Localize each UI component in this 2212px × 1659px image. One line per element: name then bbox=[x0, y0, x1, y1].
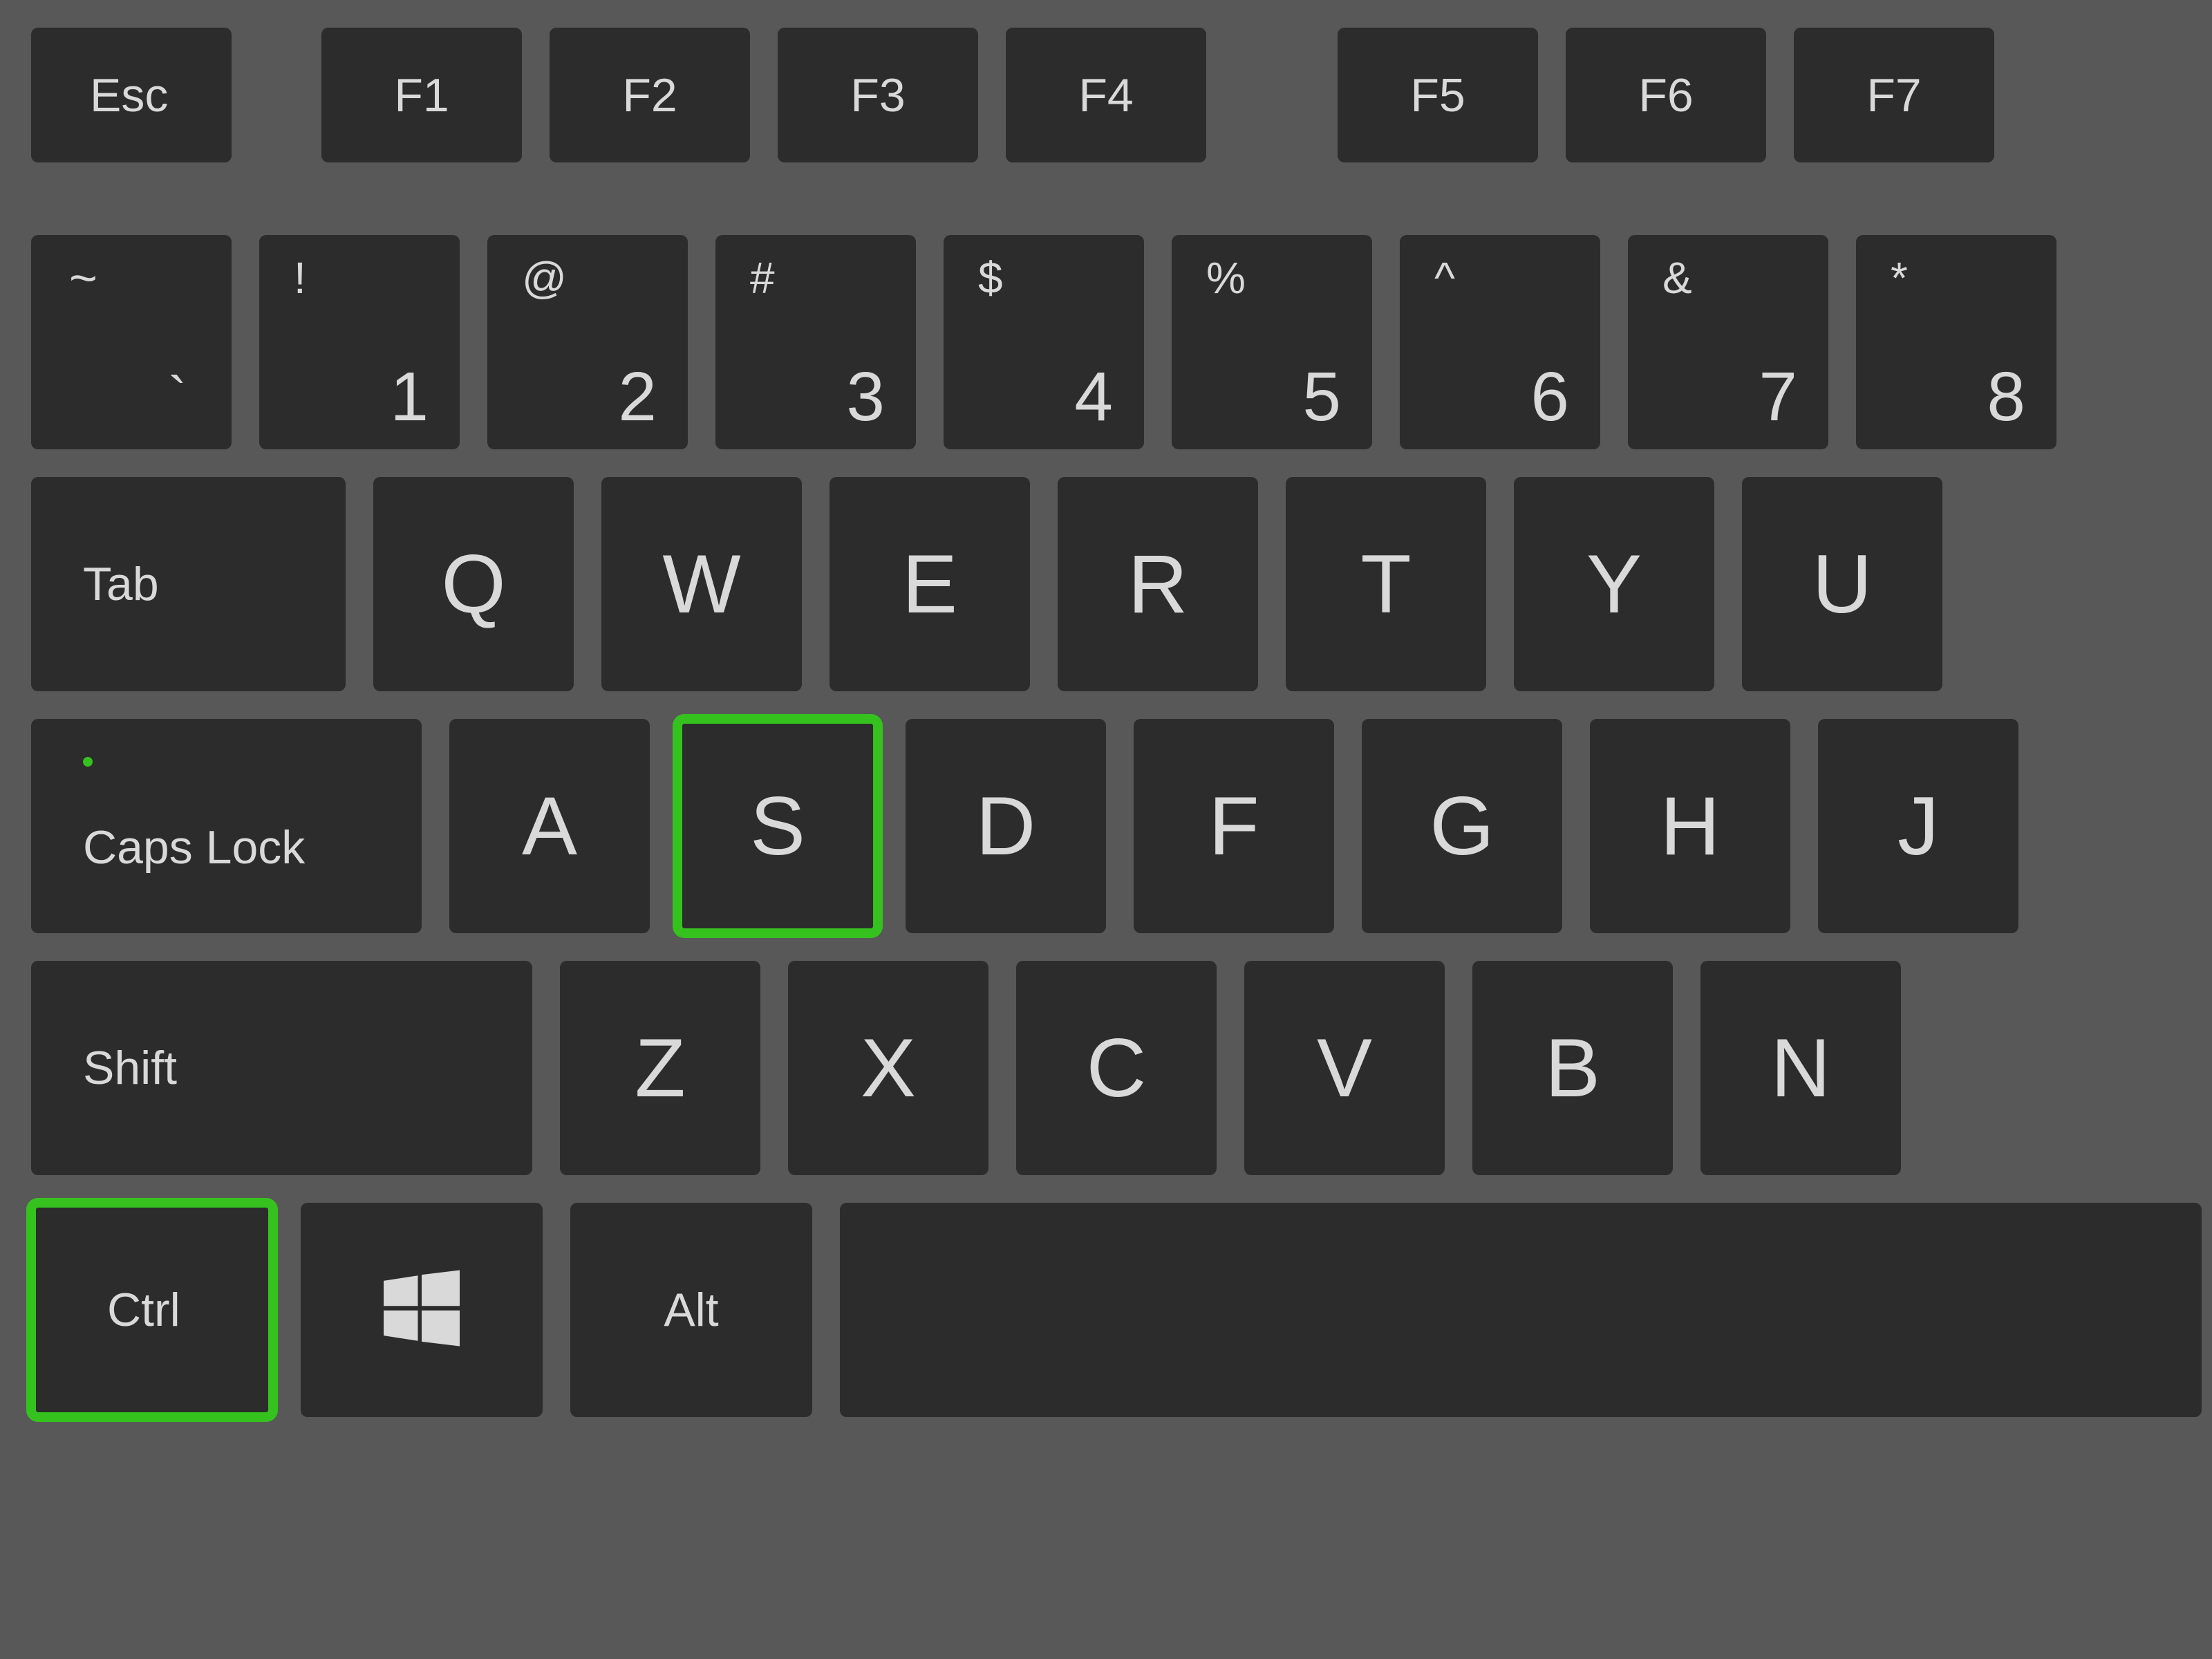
key-esc[interactable]: Esc bbox=[31, 28, 232, 162]
key-q-label: Q bbox=[373, 477, 574, 691]
key-8-lower: 8 bbox=[1987, 357, 2025, 437]
key-a[interactable]: A bbox=[449, 719, 650, 933]
key-w-label: W bbox=[601, 477, 802, 691]
key-u[interactable]: U bbox=[1742, 477, 1942, 691]
key-shift-label: Shift bbox=[83, 1041, 177, 1095]
windows-logo-icon bbox=[384, 1271, 460, 1350]
key-3-upper: # bbox=[750, 252, 775, 303]
key-f1[interactable]: F1 bbox=[321, 28, 522, 162]
key-e[interactable]: E bbox=[830, 477, 1030, 691]
key-ctrl[interactable]: Ctrl bbox=[31, 1203, 273, 1417]
key-1-upper: ! bbox=[294, 252, 306, 303]
key-6-lower: 6 bbox=[1530, 357, 1569, 437]
key-capslock-label: Caps Lock bbox=[83, 821, 305, 874]
key-f5[interactable]: F5 bbox=[1338, 28, 1538, 162]
key-n-label: N bbox=[1700, 961, 1901, 1175]
key-alt[interactable]: Alt bbox=[570, 1203, 812, 1417]
key-7-lower: 7 bbox=[1759, 357, 1797, 437]
key-5[interactable]: % 5 bbox=[1172, 235, 1372, 449]
key-alt-label: Alt bbox=[570, 1203, 812, 1417]
key-y[interactable]: Y bbox=[1514, 477, 1714, 691]
key-c[interactable]: C bbox=[1016, 961, 1217, 1175]
key-6-upper: ^ bbox=[1434, 252, 1455, 303]
key-v[interactable]: V bbox=[1244, 961, 1445, 1175]
key-2-upper: @ bbox=[522, 252, 567, 303]
capslock-led-icon bbox=[83, 757, 93, 767]
keyboard-diagram: Esc F1 F2 F3 F4 F5 F6 F7 ~ ` bbox=[0, 0, 2212, 1659]
key-4-upper: $ bbox=[978, 252, 1003, 303]
key-6[interactable]: ^ 6 bbox=[1400, 235, 1600, 449]
key-windows[interactable] bbox=[301, 1203, 543, 1417]
key-f7-label: F7 bbox=[1794, 68, 1994, 122]
key-q[interactable]: Q bbox=[373, 477, 574, 691]
key-h[interactable]: H bbox=[1590, 719, 1790, 933]
key-f3[interactable]: F3 bbox=[778, 28, 978, 162]
key-r[interactable]: R bbox=[1058, 477, 1258, 691]
key-f[interactable]: F bbox=[1134, 719, 1334, 933]
key-j[interactable]: J bbox=[1818, 719, 2018, 933]
key-shift[interactable]: Shift bbox=[31, 961, 532, 1175]
key-3-lower: 3 bbox=[846, 357, 885, 437]
key-tab-label: Tab bbox=[83, 557, 159, 611]
key-f2[interactable]: F2 bbox=[550, 28, 750, 162]
key-f7[interactable]: F7 bbox=[1794, 28, 1994, 162]
key-tab[interactable]: Tab bbox=[31, 477, 346, 691]
key-g-label: G bbox=[1362, 719, 1562, 933]
key-capslock[interactable]: Caps Lock bbox=[31, 719, 422, 933]
key-x-label: X bbox=[788, 961, 988, 1175]
key-8[interactable]: * 8 bbox=[1856, 235, 2056, 449]
key-ctrl-label: Ctrl bbox=[107, 1283, 180, 1337]
key-v-label: V bbox=[1244, 961, 1445, 1175]
key-5-upper: % bbox=[1206, 252, 1246, 303]
key-f6-label: F6 bbox=[1566, 68, 1766, 122]
key-z[interactable]: Z bbox=[560, 961, 760, 1175]
key-u-label: U bbox=[1742, 477, 1942, 691]
key-w[interactable]: W bbox=[601, 477, 802, 691]
key-1-lower: 1 bbox=[390, 357, 429, 437]
key-f-label: F bbox=[1134, 719, 1334, 933]
key-z-label: Z bbox=[560, 961, 760, 1175]
key-8-upper: * bbox=[1891, 252, 1908, 303]
key-b[interactable]: B bbox=[1472, 961, 1673, 1175]
key-y-label: Y bbox=[1514, 477, 1714, 691]
key-n[interactable]: N bbox=[1700, 961, 1901, 1175]
key-space[interactable] bbox=[840, 1203, 2202, 1417]
key-backtick-upper: ~ bbox=[69, 250, 97, 306]
key-2[interactable]: @ 2 bbox=[487, 235, 688, 449]
key-d[interactable]: D bbox=[906, 719, 1106, 933]
key-esc-label: Esc bbox=[90, 68, 168, 122]
key-r-label: R bbox=[1058, 477, 1258, 691]
key-f4[interactable]: F4 bbox=[1006, 28, 1206, 162]
key-f5-label: F5 bbox=[1338, 68, 1538, 122]
key-5-lower: 5 bbox=[1302, 357, 1341, 437]
key-t-label: T bbox=[1286, 477, 1486, 691]
key-x[interactable]: X bbox=[788, 961, 988, 1175]
key-f1-label: F1 bbox=[321, 68, 522, 122]
key-7-upper: & bbox=[1662, 252, 1692, 303]
key-a-label: A bbox=[449, 719, 650, 933]
key-s[interactable]: S bbox=[677, 719, 878, 933]
key-e-label: E bbox=[830, 477, 1030, 691]
key-j-label: J bbox=[1818, 719, 2018, 933]
key-3[interactable]: # 3 bbox=[715, 235, 916, 449]
key-backtick[interactable]: ~ ` bbox=[31, 235, 232, 449]
key-2-lower: 2 bbox=[618, 357, 657, 437]
key-1[interactable]: ! 1 bbox=[259, 235, 460, 449]
key-4[interactable]: $ 4 bbox=[944, 235, 1144, 449]
key-f3-label: F3 bbox=[778, 68, 978, 122]
key-h-label: H bbox=[1590, 719, 1790, 933]
key-b-label: B bbox=[1472, 961, 1673, 1175]
key-f4-label: F4 bbox=[1006, 68, 1206, 122]
key-d-label: D bbox=[906, 719, 1106, 933]
key-backtick-lower: ` bbox=[168, 365, 187, 429]
key-f2-label: F2 bbox=[550, 68, 750, 122]
key-s-label: S bbox=[677, 719, 878, 933]
key-space-label bbox=[840, 1203, 2202, 1417]
key-4-lower: 4 bbox=[1074, 357, 1113, 437]
key-c-label: C bbox=[1016, 961, 1217, 1175]
key-g[interactable]: G bbox=[1362, 719, 1562, 933]
key-f6[interactable]: F6 bbox=[1566, 28, 1766, 162]
key-t[interactable]: T bbox=[1286, 477, 1486, 691]
key-7[interactable]: & 7 bbox=[1628, 235, 1828, 449]
